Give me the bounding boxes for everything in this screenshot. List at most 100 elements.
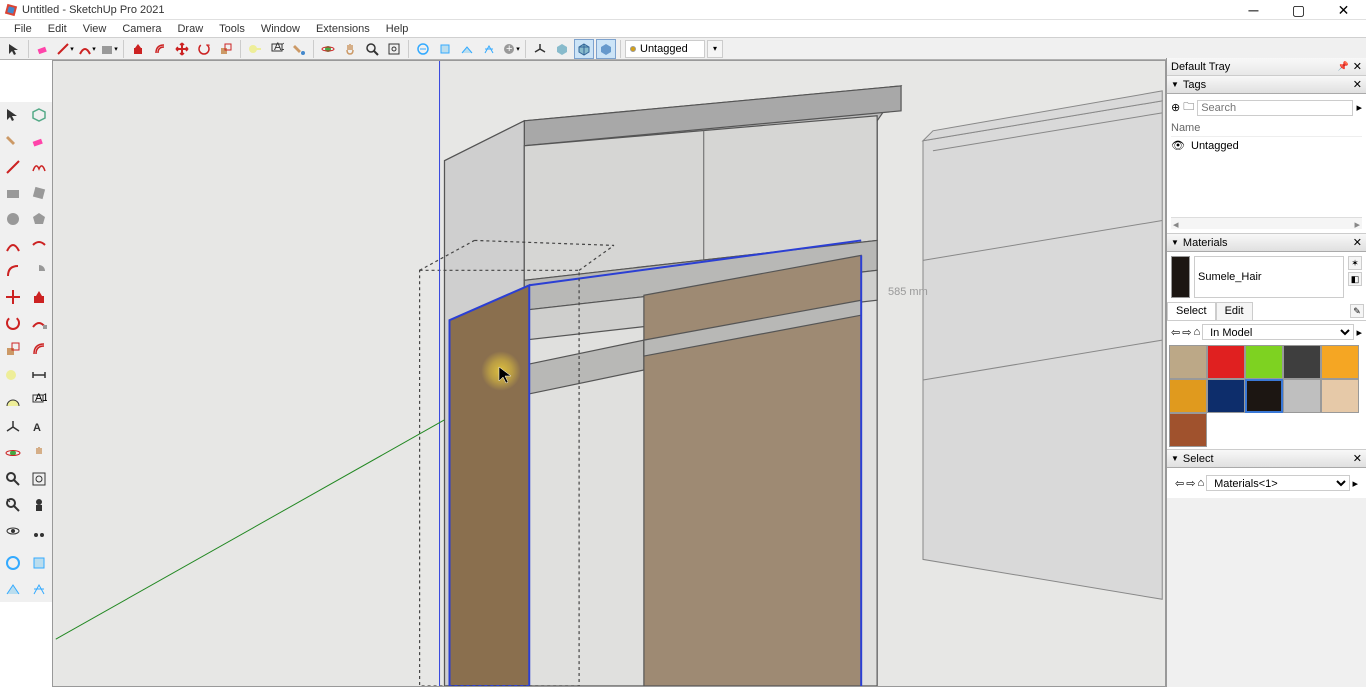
tape-icon[interactable] (1, 363, 25, 387)
position-cam-icon[interactable] (27, 493, 51, 517)
material-swatch[interactable] (1245, 379, 1283, 413)
maximize-button[interactable]: ▢ (1276, 0, 1321, 20)
nav-back-icon[interactable]: ⇦ (1175, 477, 1184, 490)
pan-tool[interactable] (340, 39, 360, 59)
material-swatch[interactable] (1321, 345, 1359, 379)
3dtext-icon[interactable]: A (27, 415, 51, 439)
tag-dropdown-button[interactable]: ▾ (707, 40, 723, 58)
rect-icon[interactable] (1, 181, 25, 205)
zoom-ext-icon[interactable] (1, 493, 25, 517)
section-tool-4[interactable] (479, 39, 499, 59)
section-display-icon[interactable] (27, 551, 51, 575)
circle-icon[interactable] (1, 207, 25, 231)
materials-panel-close-icon[interactable]: ✕ (1353, 236, 1362, 249)
nav-home-icon[interactable]: ⌂ (1197, 477, 1204, 489)
menu-help[interactable]: Help (378, 23, 417, 35)
library-menu-icon[interactable]: ▸ (1356, 326, 1362, 339)
section-tool-1[interactable] (413, 39, 433, 59)
menu-draw[interactable]: Draw (169, 23, 211, 35)
section-tool-3[interactable] (457, 39, 477, 59)
arc3-icon[interactable] (1, 259, 25, 283)
nav-back-icon[interactable]: ⇦ (1171, 326, 1180, 339)
menu-file[interactable]: File (6, 23, 40, 35)
tags-search-input[interactable] (1197, 100, 1353, 116)
material-swatch[interactable] (1169, 345, 1207, 379)
viewport[interactable]: 585 mm (52, 60, 1166, 687)
rotate-icon[interactable] (1, 311, 25, 335)
visibility-icon[interactable]: 👁 (1171, 139, 1185, 152)
arc2-icon[interactable] (27, 233, 51, 257)
menu-window[interactable]: Window (253, 23, 308, 35)
pushpull-icon[interactable] (27, 285, 51, 309)
section-tool-2[interactable] (435, 39, 455, 59)
orbit-icon[interactable] (1, 441, 25, 465)
line-tool[interactable]: ▾ (55, 39, 75, 59)
pushpull-tool[interactable] (128, 39, 148, 59)
menu-edit[interactable]: Edit (40, 23, 75, 35)
select-panel-header[interactable]: ▼ Select ✕ (1167, 450, 1366, 468)
axes-view[interactable] (530, 39, 550, 59)
material-create-icon[interactable]: ✶ (1348, 256, 1362, 270)
iso-view-3[interactable] (596, 39, 616, 59)
walk-icon[interactable] (27, 519, 51, 543)
eraser-icon[interactable] (27, 129, 51, 153)
dimension-icon[interactable] (27, 363, 51, 387)
tray-header[interactable]: Default Tray 📌 ✕ (1167, 58, 1366, 76)
tags-scrollbar[interactable]: ◂▸ (1171, 217, 1362, 229)
iso-view-2[interactable] (574, 39, 594, 59)
tags-panel-header[interactable]: ▼ Tags ✕ (1167, 76, 1366, 94)
material-swatch[interactable] (1321, 379, 1359, 413)
component-icon[interactable] (27, 103, 51, 127)
look-icon[interactable] (1, 519, 25, 543)
protractor-icon[interactable] (1, 389, 25, 413)
nav-fwd-icon[interactable]: ⇨ (1186, 477, 1195, 490)
tag-field[interactable]: Untagged (625, 40, 705, 58)
move-tool[interactable] (172, 39, 192, 59)
menu-camera[interactable]: Camera (114, 23, 169, 35)
pie-icon[interactable] (27, 259, 51, 283)
zoom-window-icon[interactable] (27, 467, 51, 491)
paint-tool[interactable] (289, 39, 309, 59)
tray-close-icon[interactable]: ✕ (1353, 60, 1362, 73)
pan-icon[interactable] (27, 441, 51, 465)
tray-pin-icon[interactable]: 📌 (1338, 61, 1349, 72)
zoom-tool[interactable] (362, 39, 382, 59)
eyedropper-icon[interactable]: ✎ (1350, 304, 1364, 318)
select-panel-close-icon[interactable]: ✕ (1353, 452, 1362, 465)
zoom-extents-tool[interactable] (384, 39, 404, 59)
materials-panel-header[interactable]: ▼ Materials ✕ (1167, 234, 1366, 252)
nav-home-icon[interactable]: ⌂ (1193, 326, 1200, 338)
scale-tool[interactable] (216, 39, 236, 59)
section-plane-icon[interactable] (1, 551, 25, 575)
tape-tool[interactable] (245, 39, 265, 59)
paint-icon[interactable] (1, 129, 25, 153)
tag-row[interactable]: 👁 Untagged (1171, 137, 1362, 154)
warehouse-tool[interactable]: +▾ (501, 39, 521, 59)
minimize-button[interactable]: ─ (1231, 0, 1276, 20)
axes-icon[interactable] (1, 415, 25, 439)
polygon-icon[interactable] (27, 207, 51, 231)
label-icon[interactable]: A1 (27, 389, 51, 413)
material-default-icon[interactable]: ◧ (1348, 272, 1362, 286)
tags-panel-close-icon[interactable]: ✕ (1353, 78, 1362, 91)
materials-tab-edit[interactable]: Edit (1216, 302, 1253, 320)
select-icon[interactable] (1, 103, 25, 127)
section-fill-icon[interactable] (27, 577, 51, 601)
offset-icon[interactable] (27, 337, 51, 361)
freehand-icon[interactable] (27, 155, 51, 179)
material-swatch[interactable] (1169, 413, 1207, 447)
material-swatch[interactable] (1207, 345, 1245, 379)
menu-tools[interactable]: Tools (211, 23, 253, 35)
iso-view-1[interactable] (552, 39, 572, 59)
offset-tool[interactable] (150, 39, 170, 59)
nav-fwd-icon[interactable]: ⇨ (1182, 326, 1191, 339)
close-button[interactable]: ✕ (1321, 0, 1366, 20)
section-cut-icon[interactable] (1, 577, 25, 601)
rotrect-icon[interactable] (27, 181, 51, 205)
material-swatch[interactable] (1283, 379, 1321, 413)
material-swatch[interactable] (1283, 345, 1321, 379)
scale-icon[interactable] (1, 337, 25, 361)
arc-icon[interactable] (1, 233, 25, 257)
material-swatch[interactable] (1169, 379, 1207, 413)
move-icon[interactable] (1, 285, 25, 309)
